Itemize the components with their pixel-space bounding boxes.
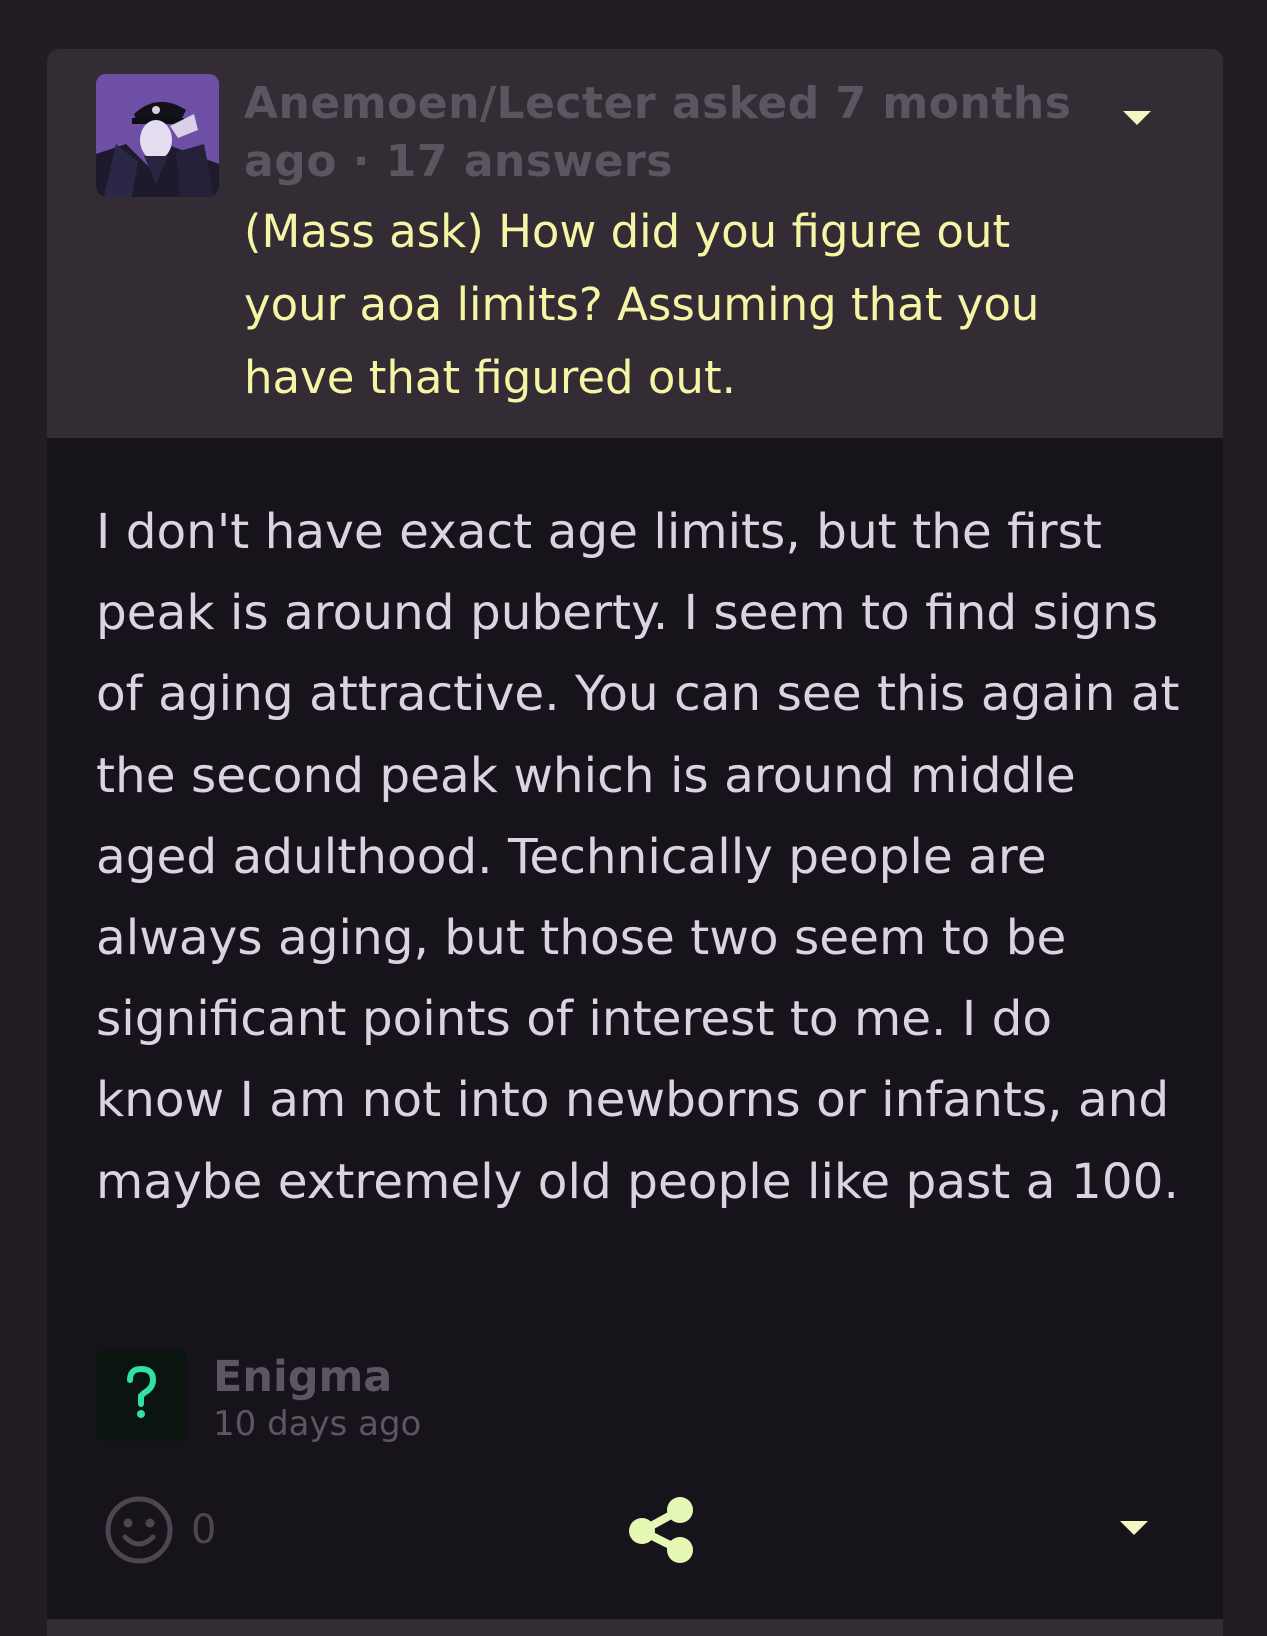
answerer-avatar[interactable]	[96, 1350, 187, 1441]
asker-avatar-image	[96, 74, 219, 197]
question-menu-chevron-down-icon[interactable]	[1123, 111, 1151, 125]
question-text: (Mass ask) How did you figure out your a…	[244, 205, 1040, 404]
question-answer-card: Anemoen/Lecter asked 7 months ago · 17 a…	[47, 49, 1223, 1636]
smiley-face-icon	[105, 1496, 173, 1564]
question-meta: Anemoen/Lecter asked 7 months ago · 17 a…	[244, 75, 1084, 191]
answer-text: I don't have exact age limits, but the f…	[96, 504, 1180, 1210]
question-meta-line-2: ago · 17 answers	[244, 136, 673, 187]
reaction-count: 0	[191, 1507, 217, 1553]
question-section: Anemoen/Lecter asked 7 months ago · 17 a…	[47, 49, 1223, 438]
reaction-button[interactable]	[104, 1495, 174, 1565]
share-icon	[629, 1497, 693, 1563]
next-card-edge	[47, 1619, 1223, 1636]
question-mark-icon	[96, 1350, 187, 1441]
asker-avatar[interactable]	[96, 74, 219, 197]
share-button[interactable]	[626, 1494, 696, 1564]
answer-author[interactable]: Enigma	[213, 1352, 392, 1402]
answer-timestamp: 10 days ago	[213, 1404, 422, 1444]
answer-menu-chevron-down-icon[interactable]	[1120, 1521, 1148, 1535]
question-meta-line-1: Anemoen/Lecter asked 7 months	[244, 78, 1072, 129]
